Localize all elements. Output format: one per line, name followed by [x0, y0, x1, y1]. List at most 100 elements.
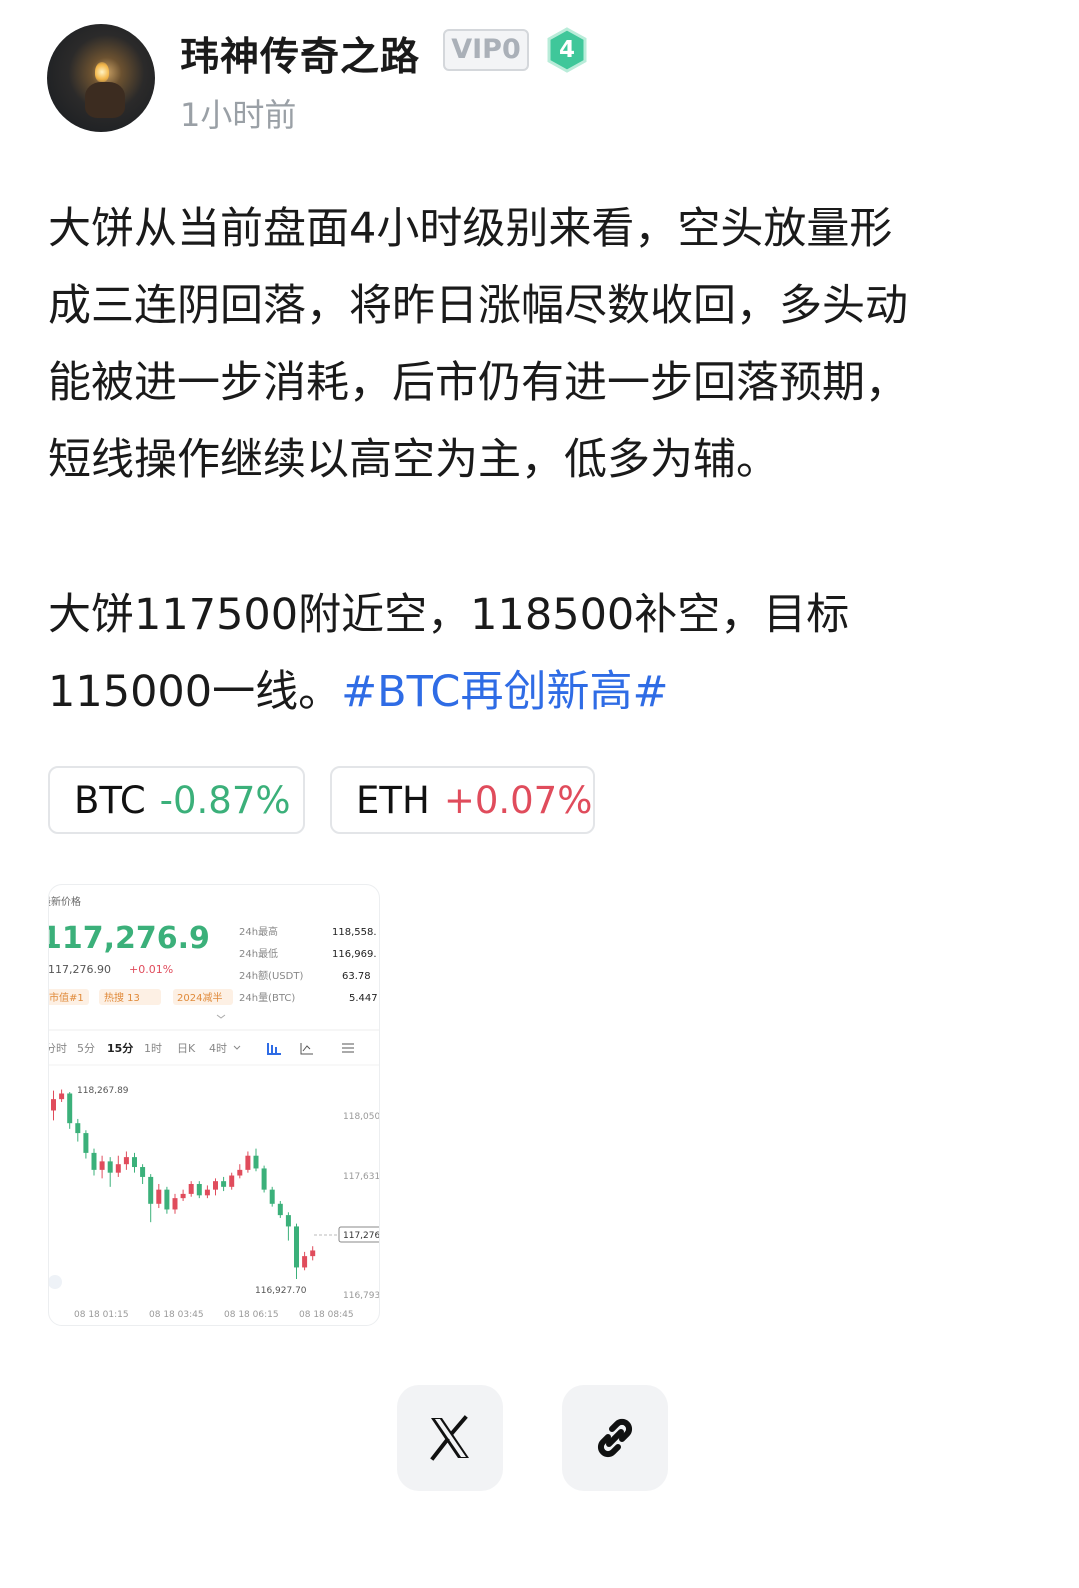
candle-body — [164, 1189, 170, 1210]
copy-link-button[interactable] — [562, 1385, 668, 1491]
tag-market-cap: 市值#1 — [49, 991, 84, 1004]
ticker-symbol: BTC — [74, 778, 146, 822]
x-logo-icon — [430, 1415, 469, 1461]
ticker-symbol: ETH — [356, 778, 430, 822]
candle-body — [148, 1176, 154, 1204]
candle-type-icon[interactable] — [267, 1043, 281, 1055]
tag-hot: 热搜 13 — [104, 991, 140, 1004]
author-avatar[interactable] — [47, 24, 155, 132]
candle-body — [107, 1161, 113, 1173]
candle-body — [132, 1157, 137, 1168]
level-badge: 4 — [545, 27, 589, 73]
price-label: 最新价格 — [49, 895, 81, 908]
candle-body — [229, 1175, 235, 1187]
avatar-flame — [95, 62, 109, 82]
candle-body — [67, 1093, 73, 1124]
price-change: +0.01% — [129, 963, 173, 976]
candle-body — [75, 1123, 81, 1134]
candle-body — [269, 1189, 275, 1204]
price-value: 117,276.9 — [49, 921, 210, 956]
interval-tab[interactable]: 5分 — [77, 1042, 95, 1055]
stat-value: 116,969. — [332, 949, 377, 960]
stat-label: 24h额(USDT) — [239, 969, 303, 982]
interval-tab[interactable]: 分时 — [49, 1042, 67, 1055]
candle-body — [172, 1198, 178, 1210]
ticker-pill-btc[interactable]: BTC -0.87% — [48, 766, 305, 834]
post-line: 短线操作继续以高空为主，低多为辅。 — [48, 435, 779, 485]
candle-body — [59, 1093, 65, 1100]
stat-label: 24h量(BTC) — [239, 992, 295, 1004]
avatar-hand — [85, 82, 125, 118]
interval-tab-active[interactable]: 15分 — [107, 1041, 133, 1055]
post-time: 1小时前 — [180, 96, 297, 134]
candle-body — [277, 1203, 283, 1216]
candle-body — [285, 1215, 291, 1227]
stat-label: 24h最低 — [239, 947, 278, 960]
indicator-icon[interactable] — [300, 1043, 313, 1055]
candle-body — [188, 1184, 194, 1194]
candle-body — [237, 1169, 243, 1176]
chart-svg: 最新价格 117,276.9 $117,276.90 +0.01% 市值#1 热… — [49, 895, 379, 1320]
author-name[interactable]: 玮神传奇之路 — [180, 26, 420, 82]
interval-dropdown-icon — [233, 1045, 241, 1050]
expand-chevron-icon — [216, 1014, 226, 1019]
candle-body — [261, 1168, 267, 1190]
y-tick: 117,631 — [343, 1172, 379, 1182]
high-price-label: 118,267.89 — [77, 1086, 129, 1096]
vip-badge: VIP0 — [443, 29, 529, 71]
interval-tab[interactable]: 4时 — [209, 1042, 227, 1055]
post-line: 大饼117500附近空，118500补空，目标 — [48, 590, 850, 640]
candle-body — [51, 1099, 56, 1111]
stat-value: 118,558. — [332, 927, 377, 938]
draw-tool-icon[interactable] — [49, 1275, 62, 1289]
interval-tab[interactable]: 1时 — [144, 1042, 162, 1055]
candle-body — [140, 1167, 146, 1177]
ticker-pill-eth[interactable]: ETH +0.07% — [330, 766, 595, 834]
x-tick: 08 18 03:45 — [149, 1310, 204, 1320]
candle-body — [302, 1256, 308, 1268]
x-tick: 08 18 01:15 — [74, 1310, 129, 1320]
candle-body — [196, 1184, 202, 1196]
link-icon — [597, 1418, 633, 1458]
low-price-label: 116,927.70 — [255, 1286, 307, 1296]
post-line-text: 115000一线。 — [48, 667, 342, 717]
hashtag-link[interactable]: #BTC再创新高# — [341, 667, 668, 717]
post-line: 能被进一步消耗，后市仍有进一步回落预期， — [48, 358, 908, 408]
x-tick: 08 18 06:15 — [224, 1310, 279, 1320]
candle-body — [180, 1193, 186, 1199]
attached-chart-image[interactable]: 最新价格 117,276.9 $117,276.90 +0.01% 市值#1 热… — [48, 884, 380, 1326]
candle-body — [99, 1161, 105, 1170]
tag-halving: 2024减半 — [177, 991, 222, 1004]
candle-body — [123, 1157, 129, 1165]
ticker-change: -0.87% — [159, 778, 291, 822]
level-number: 4 — [558, 37, 575, 63]
stat-value: 63.78 — [342, 971, 371, 982]
stat-value: 5.447 — [349, 993, 378, 1004]
candle-body — [245, 1155, 251, 1170]
y-tick: 118,050 — [343, 1112, 379, 1122]
post-line-with-hashtag: 115000一线。#BTC再创新高# — [48, 654, 1023, 731]
post-paragraph-2: 大饼117500附近空，118500补空，目标 115000一线。#BTC再创新… — [48, 577, 1023, 731]
candlestick-series — [51, 1089, 316, 1280]
interval-tab[interactable]: 日K — [177, 1042, 196, 1055]
y-tick: 116,793 — [343, 1291, 379, 1301]
share-x-button[interactable] — [397, 1385, 503, 1491]
candle-body — [83, 1133, 89, 1153]
post-paragraph-1: 大饼从当前盘面4小时级别来看，空头放量形 成三连阴回落，将昨日涨幅尽数收回，多头… — [48, 191, 1023, 499]
stat-label: 24h最高 — [239, 925, 278, 938]
candle-body — [294, 1226, 299, 1268]
candle-body — [204, 1189, 210, 1196]
candle-body — [253, 1155, 259, 1169]
settings-lines-icon[interactable] — [342, 1043, 354, 1053]
x-tick: 08 18 08:45 — [299, 1310, 354, 1320]
post-line: 大饼从当前盘面4小时级别来看，空头放量形 — [48, 204, 893, 254]
ticker-change: +0.07% — [443, 778, 593, 822]
last-price-tag: 117,276 — [343, 1231, 379, 1241]
candle-body — [156, 1189, 162, 1204]
candle-body — [91, 1152, 97, 1170]
candle-body — [310, 1250, 316, 1257]
candle-body — [213, 1181, 218, 1190]
candle-body — [115, 1164, 121, 1173]
candle-body — [221, 1181, 227, 1187]
price-usd: $117,276.90 — [49, 963, 111, 976]
